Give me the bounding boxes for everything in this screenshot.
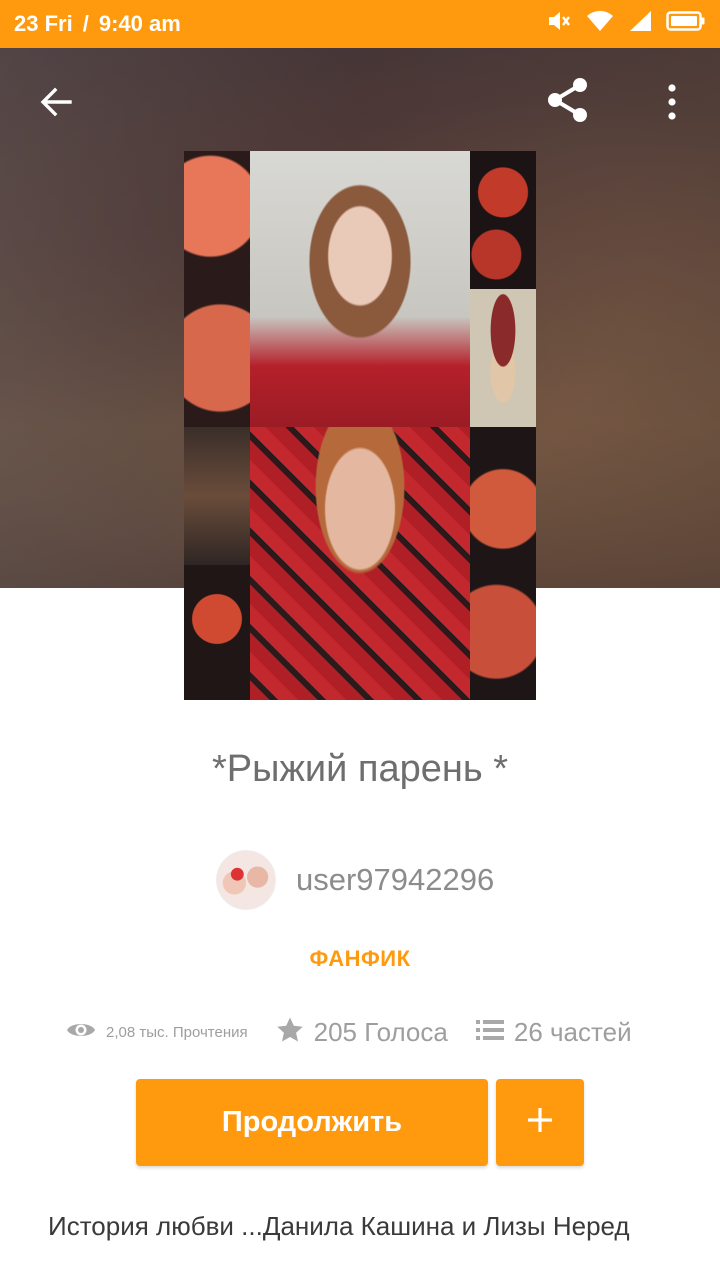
cover-tile-girl-portrait — [250, 151, 470, 427]
arrow-left-icon — [38, 84, 74, 125]
share-button[interactable] — [540, 74, 596, 130]
parts-stat: 26 частей — [475, 1016, 632, 1048]
story-stats: 2,08 тыс. Прочтения 205 Голоса 26 частей — [66, 1010, 632, 1054]
plus-icon — [525, 1105, 555, 1140]
cover-tile-roses — [470, 151, 536, 289]
story-category[interactable]: ФАНФИК — [0, 946, 720, 972]
battery-icon — [666, 10, 706, 38]
story-description: История любви ...Данила Кашина и Лизы Не… — [48, 1211, 630, 1241]
add-to-library-button[interactable] — [496, 1079, 584, 1166]
list-icon — [475, 1018, 504, 1047]
status-date: 23 Fri — [14, 11, 73, 36]
toolbar — [0, 48, 720, 160]
status-separator: / — [82, 11, 89, 36]
cover-tile-hat-portrait — [470, 289, 536, 427]
votes-count: 205 Голоса — [313, 1016, 448, 1047]
story-title: *Рыжий парень * — [212, 748, 508, 790]
more-vertical-icon — [666, 83, 678, 125]
back-button[interactable] — [28, 76, 84, 132]
share-icon — [543, 75, 593, 130]
cover-tile-man-photo — [184, 427, 250, 565]
eye-icon — [66, 1019, 96, 1046]
cover-tile-roses — [470, 427, 536, 700]
status-bar: 23 Fri / 9:40 am — [0, 0, 720, 48]
cover-tile-roses — [184, 151, 250, 427]
status-time: 9:40 am — [98, 11, 181, 36]
continue-reading-button[interactable]: Продолжить — [136, 1079, 488, 1166]
votes-stat: 205 Голоса — [276, 1016, 448, 1049]
wifi-icon — [586, 10, 614, 38]
reads-count: 2,08 тыс. Прочтения — [106, 1023, 248, 1041]
parts-count: 26 частей — [513, 1016, 632, 1047]
author-row[interactable]: user97942296 — [216, 850, 494, 910]
story-cover[interactable] — [184, 151, 536, 700]
mute-icon — [546, 9, 572, 39]
signal-icon — [628, 10, 652, 38]
more-options-button[interactable] — [644, 76, 700, 132]
cover-tile-boy-portrait — [250, 427, 470, 700]
reads-stat: 2,08 тыс. Прочтения — [66, 1019, 248, 1046]
star-icon — [276, 1016, 304, 1049]
cover-tile-roses — [184, 565, 250, 700]
author-name[interactable]: user97942296 — [296, 862, 494, 898]
author-avatar[interactable] — [216, 850, 276, 910]
